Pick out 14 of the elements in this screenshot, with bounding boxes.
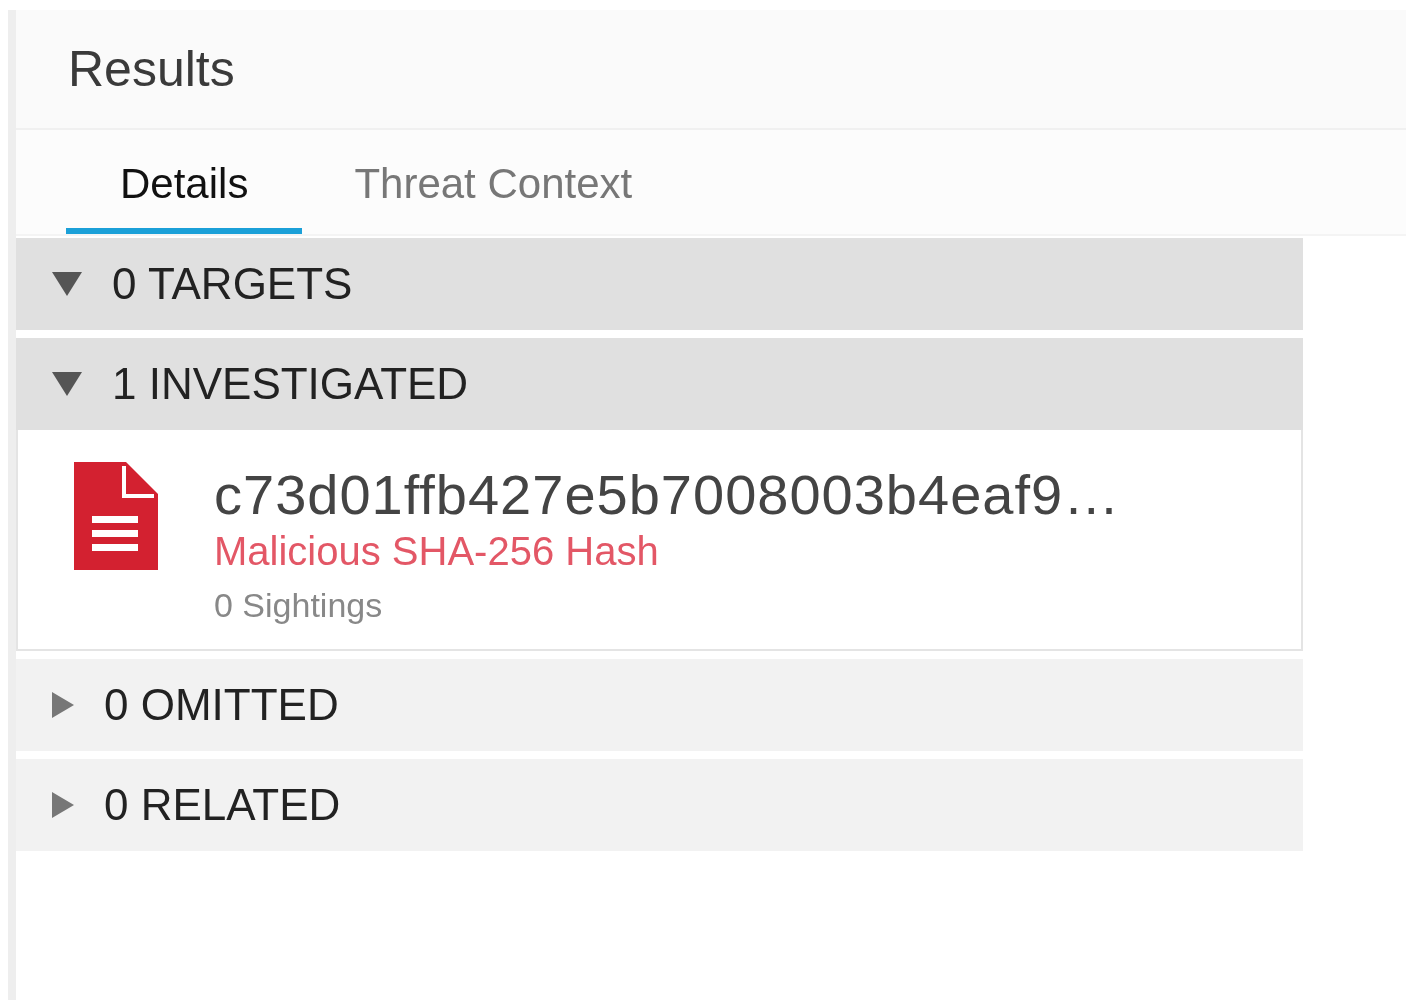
caret-right-icon: [52, 792, 74, 818]
panel-title: Results: [68, 40, 235, 98]
verdict-text: Malicious SHA-256 Hash: [214, 529, 660, 574]
section-header[interactable]: 0 OMITTED: [16, 659, 1303, 751]
section-header[interactable]: 1 INVESTIGATED: [16, 338, 1303, 430]
sightings-text: 0 Sightings: [214, 586, 384, 625]
section-header[interactable]: 0 TARGETS: [16, 238, 1303, 330]
tab[interactable]: Threat Context: [354, 160, 687, 234]
document-icon: [74, 462, 158, 570]
caret-down-icon: [52, 372, 82, 396]
section-header[interactable]: 0 RELATED: [16, 759, 1303, 851]
caret-down-icon: [52, 272, 82, 296]
hash-text[interactable]: c73d01ffb427e5b7008003b4eaf9…: [214, 462, 1121, 527]
caret-right-icon: [52, 692, 74, 718]
